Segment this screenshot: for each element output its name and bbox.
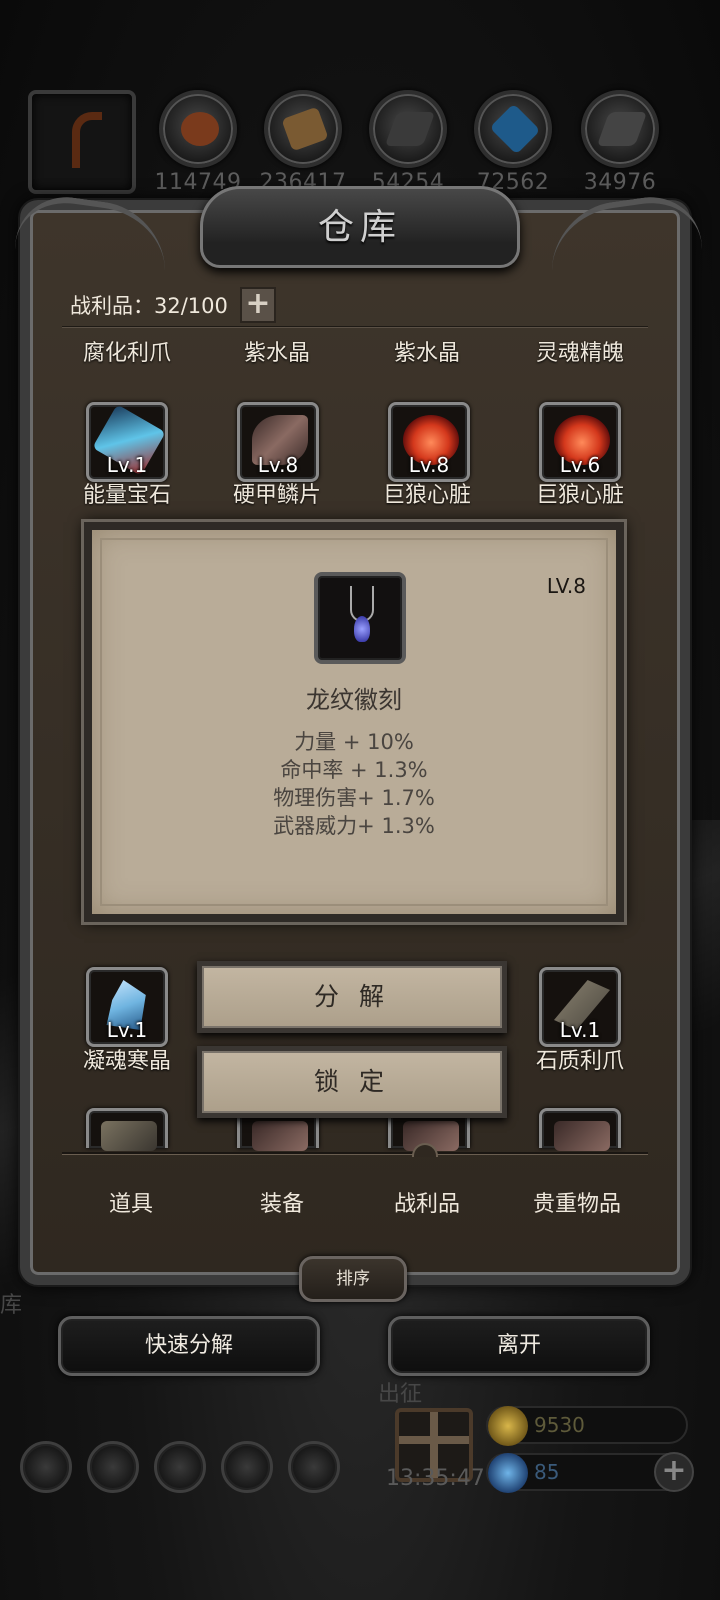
item-slot[interactable] [86,1108,168,1151]
item-name: 硬甲鳞片 [232,483,321,508]
resource-count: 34976 [583,170,657,195]
decompose-button[interactable]: 分 解 [197,961,507,1033]
mail-icon[interactable] [221,1441,273,1493]
item-name: 紫水晶 [243,341,310,366]
stat-accuracy: 命中率 + 1.3% [280,758,428,782]
blue-crystal-icon [474,90,552,168]
book-icon[interactable] [154,1441,206,1493]
resource-iron: 54254 [353,90,463,195]
stat-physical-damage: 物理伤害+ 1.7% [273,786,435,810]
tab-spoils[interactable]: 战利品 [352,1186,502,1218]
resource-crystal: 72562 [458,90,568,195]
gold-currency: 9530 [486,1406,688,1446]
item-slot[interactable] [539,1108,621,1151]
item-name: 石质利爪 [535,1049,624,1074]
gift-timer: 13:35:47 [386,1466,485,1491]
add-gems-button[interactable]: + [654,1452,694,1492]
panel-title: 仓库 [317,207,402,248]
tab-valuables[interactable]: 贵重物品 [502,1186,652,1218]
item-name: 紫水晶 [393,341,460,366]
item-slot-wolf-heart[interactable]: Lv.6 [539,402,621,482]
tab-items[interactable]: 道具 [56,1186,206,1218]
expand-capacity-button[interactable]: + [239,287,276,323]
stat-weapon-power: 武器威力+ 1.3% [273,814,435,838]
tabs-divider [62,1152,648,1155]
dragon-pendant-icon [314,572,406,664]
rusty-hook-icon [28,90,136,194]
item-name: 凝魂寒晶 [82,1049,171,1074]
item-name: 能量宝石 [82,483,171,508]
item-name: 巨狼心脏 [535,483,624,508]
item-level: Lv.1 [559,1018,601,1042]
resource-steel: 34976 [565,90,675,195]
item-level: Lv.1 [106,453,148,477]
spoils-capacity-label: 战利品：32/100 [70,294,228,318]
expedition-label: 出征 [378,1382,423,1407]
gold-amount: 9530 [534,1413,585,1437]
gem-amount: 85 [534,1460,560,1484]
item-level: Lv.6 [559,453,601,477]
spoils-capacity-row: 战利品：32/100 + [70,287,276,323]
item-slot-frost-crystal[interactable]: Lv.1 [86,967,168,1047]
item-name: 巨狼心脏 [382,483,471,508]
quick-decompose-button[interactable]: 快速分解 [58,1316,320,1376]
steel-ingot-icon [581,90,659,168]
divider [62,326,648,328]
detail-item-name: 龙纹徽刻 [306,686,402,714]
item-slot-hard-scale[interactable]: Lv.8 [237,402,319,482]
item-level: Lv.1 [106,1018,148,1042]
leave-button[interactable]: 离开 [388,1316,650,1376]
detail-stats: 力量 + 10% 命中率 + 1.3% 物理伤害+ 1.7% 武器威力+ 1.3… [92,728,616,840]
helmet-icon[interactable] [288,1441,340,1493]
iron-ingot-icon [369,90,447,168]
item-slot-stone-claw[interactable]: Lv.1 [539,967,621,1047]
gold-coin-icon [488,1406,528,1446]
item-level: Lv.8 [408,453,450,477]
detail-level: LV.8 [546,574,586,598]
resource-wood: 236417 [248,90,358,195]
item-level: Lv.8 [257,453,299,477]
resource-bar: 114749 236417 54254 72562 34976 [0,90,720,200]
faded-label: 库 [0,1293,23,1318]
achievement-icon[interactable] [87,1441,139,1493]
item-slot-wolf-heart[interactable]: Lv.8 [388,402,470,482]
lock-button[interactable]: 锁 定 [197,1046,507,1118]
item-detail-popup: LV.8 龙纹徽刻 力量 + 10% 命中率 + 1.3% 物理伤害+ 1.7%… [84,522,624,922]
meat-icon [159,90,237,168]
gem-coin-icon [488,1453,528,1493]
item-name: 灵魂精魄 [535,341,624,366]
scale-icon [252,1121,308,1151]
tab-equipment[interactable]: 装备 [207,1186,357,1218]
item-name: 腐化利爪 [82,341,171,366]
wood-plank-icon [264,90,342,168]
resource-meat: 114749 [143,90,253,195]
claw-icon [101,1121,157,1151]
scale-icon [554,1121,610,1151]
settings-icon[interactable] [20,1441,72,1493]
item-slot-energy-gem[interactable]: Lv.1 [86,402,168,482]
sort-button[interactable]: 排序 [299,1256,407,1302]
stat-strength: 力量 + 10% [294,730,414,754]
